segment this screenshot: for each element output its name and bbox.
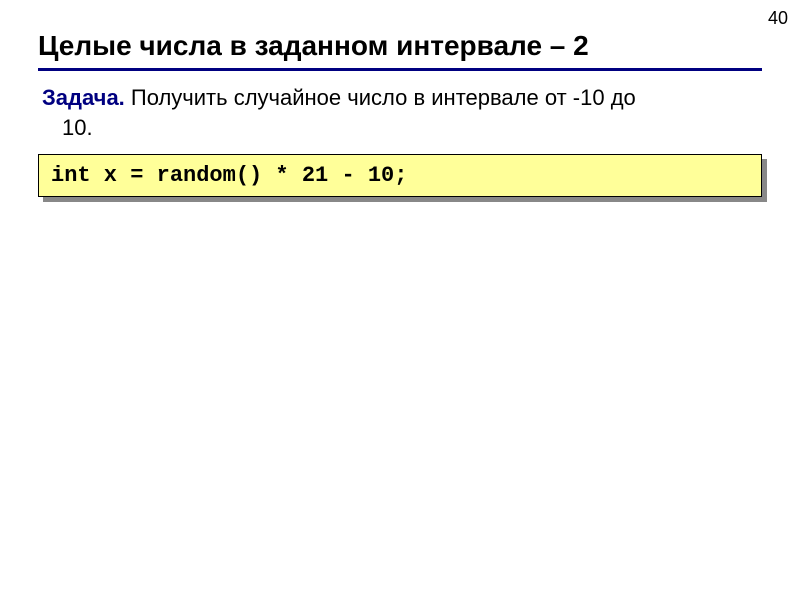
task-text-line2: 10. [42, 113, 762, 143]
task-paragraph: Задача. Получить случайное число в интер… [38, 83, 762, 142]
task-label: Задача. [42, 85, 125, 110]
slide-title: Целые числа в заданном интервале – 2 [38, 30, 762, 71]
task-text-line1: Получить случайное число в интервале от … [125, 85, 636, 110]
slide-content: Целые числа в заданном интервале – 2 Зад… [0, 0, 800, 227]
page-number: 40 [768, 8, 788, 29]
code-block-wrapper: int x = random() * 21 - 10; [38, 154, 762, 197]
code-block: int x = random() * 21 - 10; [38, 154, 762, 197]
